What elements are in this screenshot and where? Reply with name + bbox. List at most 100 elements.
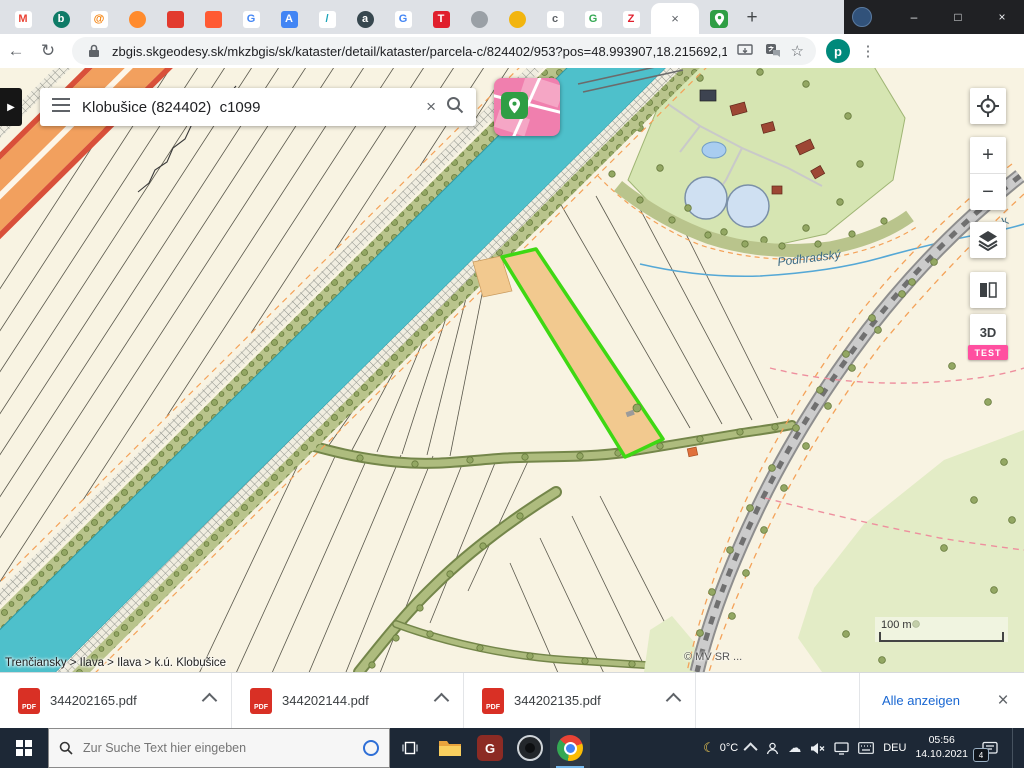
download-filename[interactable]: 344202135.pdf	[514, 693, 658, 708]
install-app-icon[interactable]	[735, 41, 755, 61]
map-search-input[interactable]	[80, 98, 416, 117]
chevron-up-icon[interactable]	[434, 693, 450, 709]
close-button[interactable]: ×	[980, 0, 1024, 34]
download-item[interactable]: PDF 344202144.pdf	[232, 673, 464, 728]
pinned-tab[interactable]: Z	[612, 4, 650, 34]
pinned-tab[interactable]: G	[384, 4, 422, 34]
pinned-tab[interactable]: /	[308, 4, 346, 34]
titlebar-avatar[interactable]	[852, 7, 872, 27]
tab-favicon: T	[433, 11, 450, 28]
camera-app-icon[interactable]	[510, 728, 550, 768]
clear-search-icon[interactable]: ×	[426, 97, 436, 117]
browser-menu-icon[interactable]: ⋮	[854, 37, 882, 65]
pinned-tab[interactable]: T	[422, 4, 460, 34]
layers-button[interactable]	[970, 222, 1006, 258]
windows-logo-icon	[16, 740, 32, 756]
bookmark-star-icon[interactable]: ☆	[791, 42, 804, 60]
pinned-tab[interactable]: a	[346, 4, 384, 34]
new-tab-button[interactable]: +	[738, 4, 766, 32]
url-text[interactable]: zbgis.skgeodesy.sk/mkzbgis/sk/kataster/d…	[112, 44, 727, 59]
download-filename[interactable]: 344202165.pdf	[50, 693, 194, 708]
pinned-tab[interactable]	[498, 4, 536, 34]
hidden-icons-chevron[interactable]	[744, 742, 758, 756]
tab-favicon	[129, 11, 146, 28]
time: 05:56	[915, 734, 968, 748]
close-tab-icon[interactable]: ×	[671, 11, 679, 26]
refresh-button[interactable]: ↻	[32, 36, 64, 66]
chrome-taskbar-icon[interactable]	[550, 728, 590, 768]
taskbar-search-input[interactable]	[81, 740, 325, 756]
maximize-button[interactable]: □	[936, 0, 980, 34]
back-button[interactable]: ←	[0, 36, 32, 66]
display-network-icon[interactable]	[834, 742, 849, 755]
pinned-tab-maps[interactable]	[700, 4, 738, 34]
keyboard-icon[interactable]	[858, 742, 874, 754]
menu-icon[interactable]	[52, 98, 70, 117]
basemap-switcher[interactable]	[494, 78, 560, 136]
file-explorer-icon[interactable]	[430, 728, 470, 768]
chevron-up-icon[interactable]	[202, 693, 218, 709]
pinned-tab[interactable]: c	[536, 4, 574, 34]
tank-2	[727, 185, 769, 227]
taskbar: G ☾ 0°C ☁ DEU 05:56	[0, 728, 1024, 768]
cortana-icon[interactable]	[363, 740, 379, 756]
close-downloads-icon[interactable]: ×	[982, 673, 1024, 728]
pinned-tab[interactable]: A	[270, 4, 308, 34]
tab-favicon	[509, 11, 526, 28]
download-item[interactable]: PDF 344202165.pdf	[0, 673, 232, 728]
basemap-pin-icon	[501, 92, 528, 119]
download-item[interactable]: PDF 344202135.pdf	[464, 673, 696, 728]
pinned-tab[interactable]: b	[42, 4, 80, 34]
show-all-downloads-button[interactable]: Alle anzeigen	[859, 673, 982, 728]
zoom-in-button[interactable]: +	[970, 137, 1006, 173]
chevron-up-icon[interactable]	[666, 693, 682, 709]
map-canvas[interactable]: Podhradský potok	[0, 68, 1024, 672]
breadcrumb[interactable]: Trenčiansky > Ilava > Ilava > k.ú. Klobu…	[5, 657, 226, 669]
weather-widget[interactable]: ☾ 0°C	[703, 740, 738, 756]
taskbar-search[interactable]	[48, 728, 390, 768]
map-pin-favicon	[710, 10, 728, 28]
pinned-tab[interactable]: @	[80, 4, 118, 34]
notification-badge: 4	[973, 748, 989, 762]
browser-toolbar: ← ↻ zbgis.skgeodesy.sk/mkzbgis/sk/katast…	[0, 34, 1024, 69]
test-badge: TEST	[968, 345, 1008, 360]
moon-icon: ☾	[703, 740, 715, 756]
volume-muted-icon[interactable]	[810, 742, 825, 755]
compare-button[interactable]	[970, 272, 1006, 308]
start-button[interactable]	[0, 728, 48, 768]
download-filename[interactable]: 344202144.pdf	[282, 693, 426, 708]
map-search-box[interactable]: ×	[40, 88, 476, 126]
pinned-tab[interactable]: G	[574, 4, 612, 34]
profile-avatar[interactable]: p	[826, 39, 850, 63]
search-icon[interactable]	[446, 96, 464, 119]
show-desktop-button[interactable]	[1012, 728, 1018, 768]
active-tab[interactable]: ×	[651, 3, 699, 34]
locate-button[interactable]	[970, 88, 1006, 124]
search-icon	[59, 741, 73, 755]
pinned-tab[interactable]	[460, 4, 498, 34]
task-view-button[interactable]	[390, 728, 430, 768]
zoom-out-button[interactable]: −	[970, 174, 1006, 210]
pinned-tab[interactable]	[194, 4, 232, 34]
pinned-tab[interactable]: M	[4, 4, 42, 34]
minimize-button[interactable]: –	[892, 0, 936, 34]
translate-icon[interactable]	[763, 41, 783, 61]
pinned-tab[interactable]	[118, 4, 156, 34]
pinned-tab[interactable]: G	[232, 4, 270, 34]
app-icon-g[interactable]: G	[470, 728, 510, 768]
pinned-tab[interactable]	[156, 4, 194, 34]
language-indicator[interactable]: DEU	[883, 742, 906, 754]
address-bar[interactable]: zbgis.skgeodesy.sk/mkzbgis/sk/kataster/d…	[72, 37, 816, 65]
sidebar-expand-button[interactable]: ▶	[0, 88, 22, 126]
action-center-icon[interactable]: 4	[977, 728, 1003, 768]
scale-label: 100 m	[881, 619, 1004, 631]
tab-favicon: G	[243, 11, 260, 28]
tab-favicon: a	[357, 11, 374, 28]
pdf-icon: PDF	[250, 688, 272, 714]
camera-glyph	[517, 735, 543, 761]
clock[interactable]: 05:56 14.10.2021	[915, 734, 968, 761]
person-icon[interactable]	[766, 742, 779, 755]
onedrive-cloud-icon[interactable]: ☁	[788, 740, 801, 756]
tank-1	[685, 177, 727, 219]
screen: Mb@GA/aGTcGZ × + – □ × ← ↻ zbgis.skgeode…	[0, 0, 1024, 768]
